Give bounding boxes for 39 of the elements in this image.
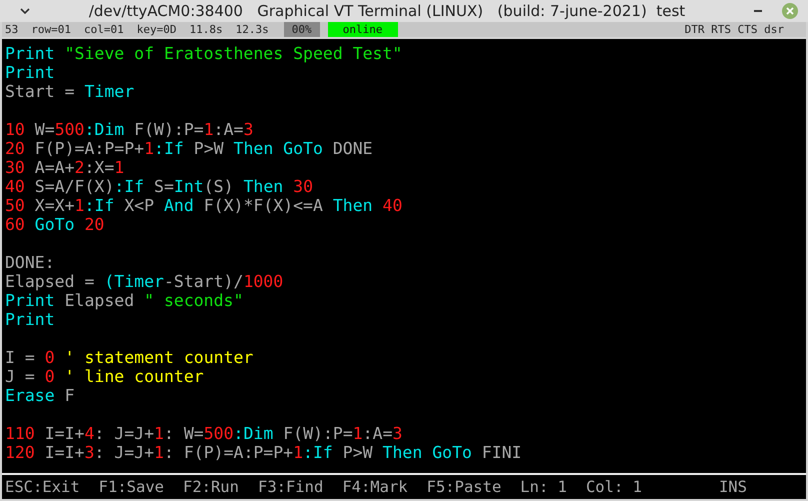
code-line: DONE: [5,253,56,272]
connection-status: online [328,22,398,37]
code-line: 110 I=I+4: J=J+1: W=500:Dim F(W):P=1:A=3 [5,424,404,443]
code-line: 120 I=I+3: J=J+1: F(P)=A:P=P+1:If P>W Then GoTo FINI [5,443,523,462]
code-line: Erase F [5,386,76,405]
code-line: I = 0 ' statement counter [5,348,254,367]
progress-indicator: 00% [284,22,320,37]
code-line: Start = Timer [5,82,136,101]
line-indicator: Ln: 1 [520,478,567,496]
status-field: col=01 [84,23,124,36]
status-field: key=0D [136,23,176,36]
code-line: 40 S=A/F(X):If S=Int(S) Then 30 [5,177,314,196]
status-field: 53 [5,23,18,36]
function-key-hint: F4:Mark [342,478,408,496]
chevron-down-icon[interactable] [20,8,30,14]
status-field: row=01 [31,23,71,36]
status-field: 11.8s [190,23,223,36]
function-key-hint: F1:Save [98,478,164,496]
code-line: 50 X=X+1:If X<P And F(X)*F(X)<=A Then 40 [5,196,404,215]
terminal-editor[interactable] [2,39,806,473]
code-line: Print [5,63,56,82]
code-line: J = 0 ' line counter [5,367,205,386]
code-line: 10 W=500:Dim F(W):P=1:A=3 [5,120,254,139]
column-indicator: Col: 1 [586,478,642,496]
code-line: 60 GoTo 20 [5,215,106,234]
code-line: 30 A=A+2:X=1 [5,158,126,177]
code-line: Print [5,310,56,329]
code-line: 20 F(P)=A:P=P+1:If P>W Then GoTo DONE [5,139,374,158]
signal-lines: DTR RTS CTS dsr [684,23,784,36]
status-field: 12.3s [236,23,269,36]
code-line: Print Elapsed " seconds" [5,291,244,310]
function-key-hint: F3:Find [258,478,324,496]
function-key-hint: F2:Run [182,478,239,496]
function-key-hint: F5:Paste [426,478,502,496]
code-line: Print "Sieve of Eratosthenes Speed Test" [5,44,404,63]
code-line: Elapsed = (Timer-Start)/1000 [5,272,284,291]
window-title: /dev/ttyACM0:38400 Graphical VT Terminal (LINUX) (build: 7-june-2021) test [88,2,686,20]
insert-mode-indicator: INS [718,478,747,496]
function-key-hint: ESC:Exit [5,478,80,496]
